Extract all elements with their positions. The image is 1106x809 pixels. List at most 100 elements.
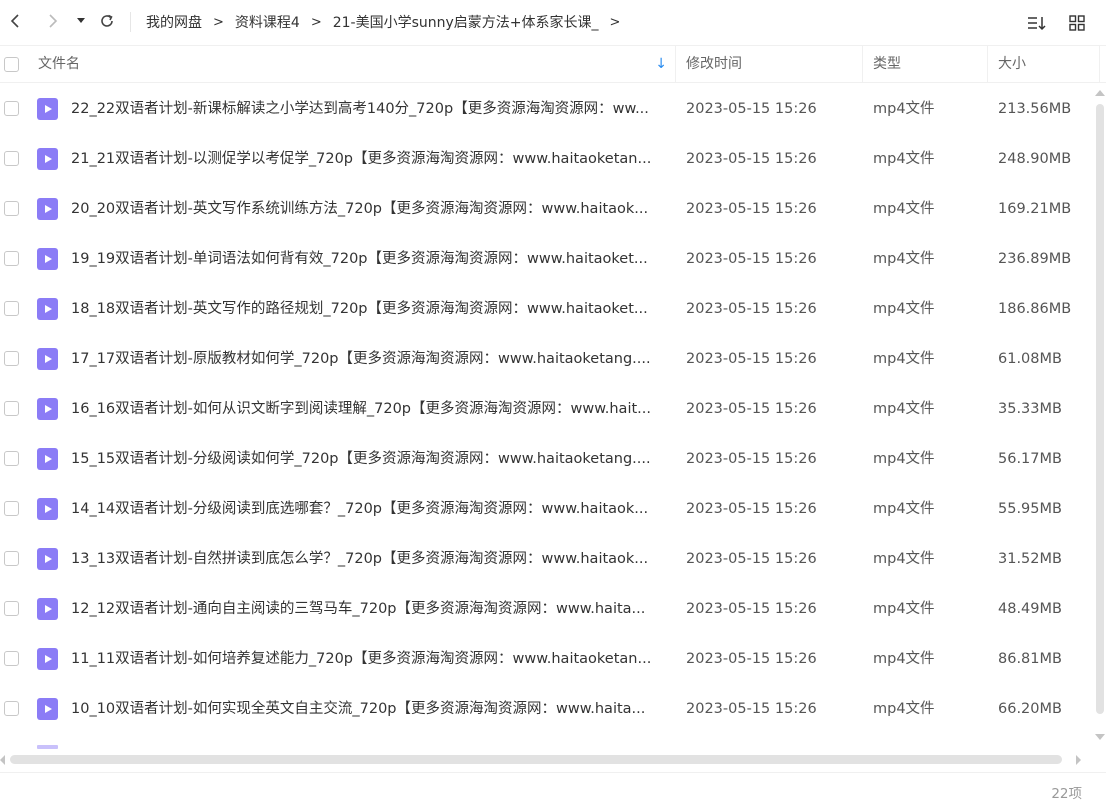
- row-checkbox[interactable]: [4, 201, 19, 216]
- file-row[interactable]: 22_22双语者计划-新课标解读之小学达到高考140分_720p【更多资源海淘资…: [0, 84, 1094, 134]
- video-file-icon: [37, 98, 58, 120]
- file-row[interactable]: 12_12双语者计划-通向自主阅读的三驾马车_720p【更多资源海淘资源网：ww…: [0, 584, 1094, 634]
- file-type: mp4文件: [873, 401, 935, 417]
- file-name[interactable]: 18_18双语者计划-英文写作的路径规划_720p【更多资源海淘资源网：www.…: [71, 284, 666, 334]
- file-row[interactable]: 17_17双语者计划-原版教材如何学_720p【更多资源海淘资源网：www.ha…: [0, 334, 1094, 384]
- file-type: mp4文件: [873, 651, 935, 667]
- file-row[interactable]: 21_21双语者计划-以测促学以考促学_720p【更多资源海淘资源网：www.h…: [0, 134, 1094, 184]
- vertical-scroll-thumb[interactable]: [1096, 104, 1104, 714]
- column-header-mtime[interactable]: 修改时间: [676, 46, 863, 83]
- file-name[interactable]: 15_15双语者计划-分级阅读如何学_720p【更多资源海淘资源网：www.ha…: [71, 434, 666, 484]
- row-checkbox[interactable]: [4, 451, 19, 466]
- file-name[interactable]: 17_17双语者计划-原版教材如何学_720p【更多资源海淘资源网：www.ha…: [71, 334, 666, 384]
- scroll-up-icon[interactable]: [1095, 90, 1105, 96]
- file-type: mp4文件: [873, 151, 935, 167]
- row-checkbox[interactable]: [4, 101, 19, 116]
- column-header-type-label: 类型: [873, 56, 901, 72]
- item-count: 22项: [1051, 786, 1082, 802]
- file-size: 66.20MB: [998, 701, 1062, 717]
- breadcrumb-item-root[interactable]: 我的网盘: [146, 12, 202, 32]
- file-row[interactable]: 15_15双语者计划-分级阅读如何学_720p【更多资源海淘资源网：www.ha…: [0, 434, 1094, 484]
- file-type: mp4文件: [873, 551, 935, 567]
- file-type: mp4文件: [873, 101, 935, 117]
- file-row[interactable]: 18_18双语者计划-英文写作的路径规划_720p【更多资源海淘资源网：www.…: [0, 284, 1094, 334]
- file-mtime: 2023-05-15 15:26: [686, 651, 817, 667]
- row-checkbox[interactable]: [4, 401, 19, 416]
- scroll-down-icon[interactable]: [1095, 734, 1105, 740]
- toolbar: 我的网盘 > 资料课程4 > 21-美国小学sunny启蒙方法+体系家长课_ >: [0, 0, 1106, 44]
- file-type: mp4文件: [873, 251, 935, 267]
- row-checkbox[interactable]: [4, 251, 19, 266]
- file-mtime: 2023-05-15 15:26: [686, 251, 817, 267]
- row-checkbox[interactable]: [4, 701, 19, 716]
- file-size: 186.86MB: [998, 301, 1072, 317]
- breadcrumb-separator: >: [213, 14, 224, 30]
- row-checkbox[interactable]: [4, 501, 19, 516]
- select-all-checkbox[interactable]: [4, 57, 19, 72]
- forward-icon[interactable]: [42, 10, 64, 32]
- refresh-icon[interactable]: [96, 10, 118, 32]
- row-checkbox[interactable]: [4, 651, 19, 666]
- file-name[interactable]: 11_11双语者计划-如何培养复述能力_720p【更多资源海淘资源网：www.h…: [71, 634, 666, 684]
- row-checkbox[interactable]: [4, 551, 19, 566]
- row-checkbox[interactable]: [4, 601, 19, 616]
- video-file-icon: [37, 548, 58, 570]
- file-type: mp4文件: [873, 601, 935, 617]
- file-row[interactable]: 19_19双语者计划-单词语法如何背有效_720p【更多资源海淘资源网：www.…: [0, 234, 1094, 284]
- file-mtime: 2023-05-15 15:26: [686, 451, 817, 467]
- file-row[interactable]: 11_11双语者计划-如何培养复述能力_720p【更多资源海淘资源网：www.h…: [0, 634, 1094, 684]
- history-dropdown-icon[interactable]: [70, 10, 92, 32]
- file-row[interactable]: 13_13双语者计划-自然拼读到底怎么学？_720p【更多资源海淘资源网：www…: [0, 534, 1094, 584]
- sort-list-icon[interactable]: [1026, 12, 1048, 34]
- file-name[interactable]: 20_20双语者计划-英文写作系统训练方法_720p【更多资源海淘资源网：www…: [71, 184, 666, 234]
- file-type: mp4文件: [873, 501, 935, 517]
- video-file-icon: [37, 448, 58, 470]
- row-checkbox[interactable]: [4, 301, 19, 316]
- column-header-name-label: 文件名: [38, 56, 80, 72]
- file-type: mp4文件: [873, 451, 935, 467]
- file-name[interactable]: 19_19双语者计划-单词语法如何背有效_720p【更多资源海淘资源网：www.…: [71, 234, 666, 284]
- file-name[interactable]: 12_12双语者计划-通向自主阅读的三驾马车_720p【更多资源海淘资源网：ww…: [71, 584, 666, 634]
- breadcrumb-item-current[interactable]: 21-美国小学sunny启蒙方法+体系家长课_: [333, 12, 599, 32]
- file-type: mp4文件: [873, 301, 935, 317]
- column-header-name[interactable]: 文件名 ↓: [28, 46, 676, 83]
- file-list: 22_22双语者计划-新课标解读之小学达到高考140分_720p【更多资源海淘资…: [0, 84, 1094, 746]
- file-size: 48.49MB: [998, 601, 1062, 617]
- file-row[interactable]: 14_14双语者计划-分级阅读到底选哪套？_720p【更多资源海淘资源网：www…: [0, 484, 1094, 534]
- scroll-right-icon[interactable]: [1076, 755, 1081, 765]
- breadcrumb-item-course[interactable]: 资料课程4: [235, 12, 300, 32]
- row-checkbox[interactable]: [4, 151, 19, 166]
- video-file-icon: [37, 648, 58, 670]
- file-name[interactable]: 13_13双语者计划-自然拼读到底怎么学？_720p【更多资源海淘资源网：www…: [71, 534, 666, 584]
- column-header-type[interactable]: 类型: [863, 46, 988, 83]
- file-size: 55.95MB: [998, 501, 1062, 517]
- file-name[interactable]: 10_10双语者计划-如何实现全英文自主交流_720p【更多资源海淘资源网：ww…: [71, 684, 666, 734]
- horizontal-scroll-thumb[interactable]: [10, 755, 1062, 764]
- file-name[interactable]: 16_16双语者计划-如何从识文断字到阅读理解_720p【更多资源海淘资源网：w…: [71, 384, 666, 434]
- file-row[interactable]: 20_20双语者计划-英文写作系统训练方法_720p【更多资源海淘资源网：www…: [0, 184, 1094, 234]
- video-file-icon: [37, 148, 58, 170]
- file-row[interactable]: 10_10双语者计划-如何实现全英文自主交流_720p【更多资源海淘资源网：ww…: [0, 684, 1094, 734]
- toolbar-divider: [130, 12, 131, 32]
- column-header-size[interactable]: 大小: [988, 46, 1100, 83]
- file-name[interactable]: 22_22双语者计划-新课标解读之小学达到高考140分_720p【更多资源海淘资…: [71, 84, 666, 134]
- file-mtime: 2023-05-15 15:26: [686, 101, 817, 117]
- scroll-left-icon[interactable]: [0, 755, 5, 765]
- partial-row-icon: [37, 745, 58, 749]
- file-row[interactable]: 16_16双语者计划-如何从识文断字到阅读理解_720p【更多资源海淘资源网：w…: [0, 384, 1094, 434]
- grid-view-icon[interactable]: [1066, 12, 1088, 34]
- file-name[interactable]: 21_21双语者计划-以测促学以考促学_720p【更多资源海淘资源网：www.h…: [71, 134, 666, 184]
- file-list-header: 文件名 ↓ 修改时间 类型 大小: [0, 45, 1106, 83]
- sort-descending-icon[interactable]: ↓: [655, 46, 667, 83]
- file-type: mp4文件: [873, 351, 935, 367]
- breadcrumb: 我的网盘 > 资料课程4 > 21-美国小学sunny启蒙方法+体系家长课_ >: [146, 11, 631, 33]
- file-mtime: 2023-05-15 15:26: [686, 601, 817, 617]
- row-checkbox[interactable]: [4, 351, 19, 366]
- file-type: mp4文件: [873, 201, 935, 217]
- back-icon[interactable]: [4, 10, 26, 32]
- file-name[interactable]: 14_14双语者计划-分级阅读到底选哪套？_720p【更多资源海淘资源网：www…: [71, 484, 666, 534]
- breadcrumb-expand-icon[interactable]: >: [610, 15, 621, 30]
- file-size: 56.17MB: [998, 451, 1062, 467]
- vertical-scrollbar[interactable]: [1094, 84, 1106, 748]
- horizontal-scrollbar[interactable]: [0, 752, 1094, 768]
